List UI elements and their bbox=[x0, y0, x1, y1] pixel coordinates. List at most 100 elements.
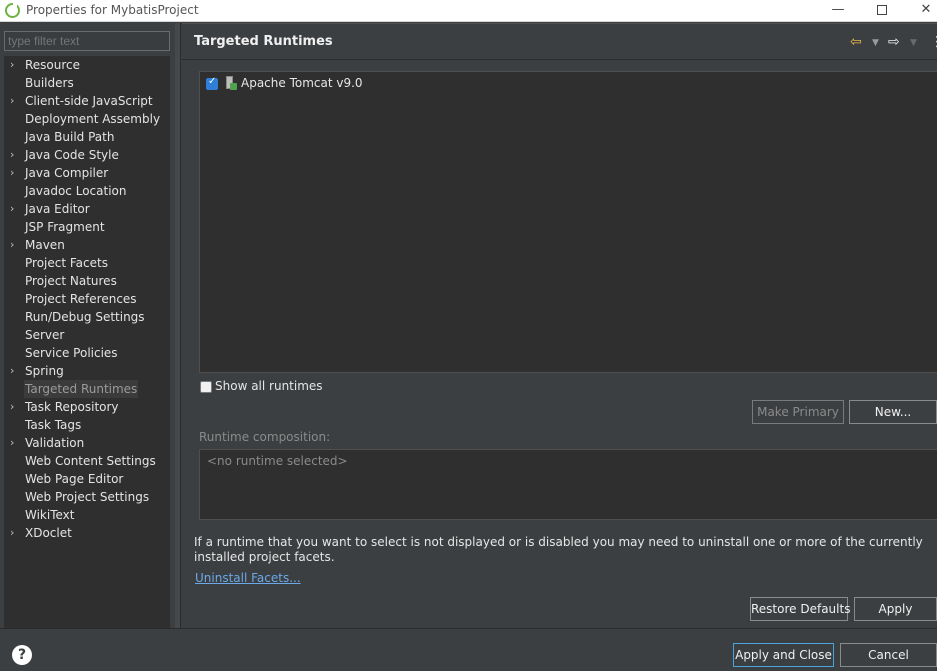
tree-item-label: Web Page Editor bbox=[25, 472, 124, 486]
maximize-button[interactable] bbox=[862, 0, 902, 22]
chevron-right-icon[interactable]: › bbox=[10, 362, 20, 380]
maximize-icon bbox=[877, 5, 887, 15]
tree-item-label: Builders bbox=[25, 76, 74, 90]
chevron-right-icon[interactable]: › bbox=[10, 146, 20, 164]
tree-item[interactable]: Web Project Settings bbox=[4, 488, 170, 506]
back-dropdown-icon[interactable]: ▼ bbox=[872, 38, 879, 48]
tree-item[interactable]: › Maven bbox=[4, 236, 170, 254]
runtimes-list[interactable]: Apache Tomcat v9.0 bbox=[199, 71, 937, 373]
runtime-composition-box: <no runtime selected> bbox=[199, 449, 937, 520]
left-pane: › Resource Builders › Client-side JavaScript… bbox=[0, 23, 175, 648]
tree-item[interactable]: Project References bbox=[4, 290, 170, 308]
tree-item-label: Javadoc Location bbox=[25, 184, 127, 198]
view-menu-icon[interactable]: ⋮ bbox=[930, 34, 937, 50]
tree-item-label: Web Content Settings bbox=[25, 454, 156, 468]
server-icon bbox=[225, 76, 237, 90]
tree-item[interactable]: Run/Debug Settings bbox=[4, 308, 170, 326]
tree-item-label: Java Compiler bbox=[25, 166, 109, 180]
tree-item[interactable]: › Java Compiler bbox=[4, 164, 170, 182]
tree-item[interactable]: › Spring bbox=[4, 362, 170, 380]
chevron-right-icon[interactable]: › bbox=[10, 434, 20, 452]
tree-item[interactable]: › Validation bbox=[4, 434, 170, 452]
chevron-right-icon[interactable]: › bbox=[10, 164, 20, 182]
tree-item-label: Java Editor bbox=[25, 202, 90, 216]
tree-item-label: WikiText bbox=[25, 508, 75, 522]
tree-item-label: Service Policies bbox=[25, 346, 118, 360]
tree-item[interactable]: › Java Editor bbox=[4, 200, 170, 218]
forward-arrow-icon[interactable]: ⇨ bbox=[888, 34, 900, 50]
apply-button[interactable]: Apply bbox=[854, 597, 937, 621]
show-all-label: Show all runtimes bbox=[215, 379, 323, 393]
tree-item-label: Task Repository bbox=[25, 400, 119, 414]
tree-item[interactable]: Server bbox=[4, 326, 170, 344]
tree-item[interactable]: Web Content Settings bbox=[4, 452, 170, 470]
chevron-right-icon[interactable]: › bbox=[10, 56, 20, 74]
chevron-right-icon[interactable]: › bbox=[10, 200, 20, 218]
chevron-right-icon[interactable]: › bbox=[10, 236, 20, 254]
tree-item[interactable]: Project Facets bbox=[4, 254, 170, 272]
tree-item-label: Server bbox=[25, 328, 65, 342]
tree-item[interactable]: Service Policies bbox=[4, 344, 170, 362]
restore-defaults-button[interactable]: Restore Defaults bbox=[750, 597, 850, 621]
tree-item-label: JSP Fragment bbox=[25, 220, 105, 234]
cancel-button[interactable]: Cancel bbox=[840, 643, 937, 667]
window-title: Properties for MybatisProject bbox=[26, 3, 199, 17]
filter-input[interactable] bbox=[4, 31, 170, 51]
apply-and-close-button[interactable]: Apply and Close bbox=[733, 643, 834, 667]
tree-item[interactable]: › Resource bbox=[4, 56, 170, 74]
spring-app-icon bbox=[5, 2, 20, 18]
tree-item[interactable]: › Client-side JavaScript bbox=[4, 92, 170, 110]
tree-item[interactable]: › Java Code Style bbox=[4, 146, 170, 164]
page-header: Targeted Runtimes ⇦ ▼ ⇨ ▼ ⋮ bbox=[182, 24, 937, 60]
page-title: Targeted Runtimes bbox=[194, 34, 333, 49]
tree-item[interactable]: Web Page Editor bbox=[4, 470, 170, 488]
right-pane: Targeted Runtimes ⇦ ▼ ⇨ ▼ ⋮ Apache Tomca… bbox=[182, 23, 937, 628]
tree-item-label: Web Project Settings bbox=[25, 490, 150, 504]
tree-item[interactable]: Project Natures bbox=[4, 272, 170, 290]
tree-item[interactable]: › Task Repository bbox=[4, 398, 170, 416]
tree-item-label: Resource bbox=[25, 58, 81, 72]
tree-item-label: Task Tags bbox=[25, 418, 82, 432]
tree-item-label: Project References bbox=[25, 292, 137, 306]
chevron-right-icon[interactable]: › bbox=[10, 524, 20, 542]
tree-item[interactable]: Targeted Runtimes bbox=[4, 380, 170, 398]
show-all-checkbox[interactable] bbox=[200, 381, 212, 393]
footer-bar: ? Apply and Close Cancel bbox=[0, 628, 937, 671]
tree-item-label: Maven bbox=[25, 238, 65, 252]
pane-splitter[interactable] bbox=[175, 23, 181, 628]
tree-item-label: Client-side JavaScript bbox=[25, 94, 153, 108]
info-text: If a runtime that you want to select is … bbox=[194, 535, 923, 564]
tree-item-label: Validation bbox=[25, 436, 85, 450]
forward-dropdown-icon[interactable]: ▼ bbox=[910, 38, 917, 48]
tree-item[interactable]: Deployment Assembly bbox=[4, 110, 170, 128]
tree-item-label: Project Natures bbox=[25, 274, 117, 288]
close-button[interactable]: ✕ bbox=[906, 0, 937, 22]
tree-item[interactable]: Builders bbox=[4, 74, 170, 92]
tree-item-label: Targeted Runtimes bbox=[24, 380, 139, 398]
tree-item[interactable]: › XDoclet bbox=[4, 524, 170, 542]
tree-item-label: Deployment Assembly bbox=[25, 112, 161, 126]
tree-item[interactable]: Task Tags bbox=[4, 416, 170, 434]
tree-item[interactable]: WikiText bbox=[4, 506, 170, 524]
minimize-button[interactable]: — bbox=[818, 0, 858, 22]
tree-item-label: XDoclet bbox=[25, 526, 72, 540]
new-runtime-button[interactable]: New... bbox=[849, 400, 937, 424]
runtime-row[interactable]: Apache Tomcat v9.0 bbox=[205, 75, 505, 93]
help-icon[interactable]: ? bbox=[12, 645, 32, 665]
runtime-name: Apache Tomcat v9.0 bbox=[241, 76, 363, 90]
tree-item-label: Run/Debug Settings bbox=[25, 310, 145, 324]
uninstall-facets-link[interactable]: Uninstall Facets... bbox=[195, 571, 301, 585]
make-primary-button[interactable]: Make Primary bbox=[752, 400, 844, 424]
back-arrow-icon[interactable]: ⇦ bbox=[850, 34, 862, 50]
composition-placeholder: <no runtime selected> bbox=[207, 454, 348, 468]
runtime-checkbox[interactable] bbox=[206, 76, 218, 90]
tree-item[interactable]: Javadoc Location bbox=[4, 182, 170, 200]
title-bar: Properties for MybatisProject — ✕ bbox=[0, 0, 937, 22]
show-all-runtimes[interactable]: Show all runtimes bbox=[200, 379, 400, 395]
tree-item[interactable]: JSP Fragment bbox=[4, 218, 170, 236]
tree-item[interactable]: Java Build Path bbox=[4, 128, 170, 146]
chevron-right-icon[interactable]: › bbox=[10, 92, 20, 110]
tree-item-label: Java Code Style bbox=[25, 148, 119, 162]
chevron-right-icon[interactable]: › bbox=[10, 398, 20, 416]
tree-item-label: Java Build Path bbox=[25, 130, 115, 144]
